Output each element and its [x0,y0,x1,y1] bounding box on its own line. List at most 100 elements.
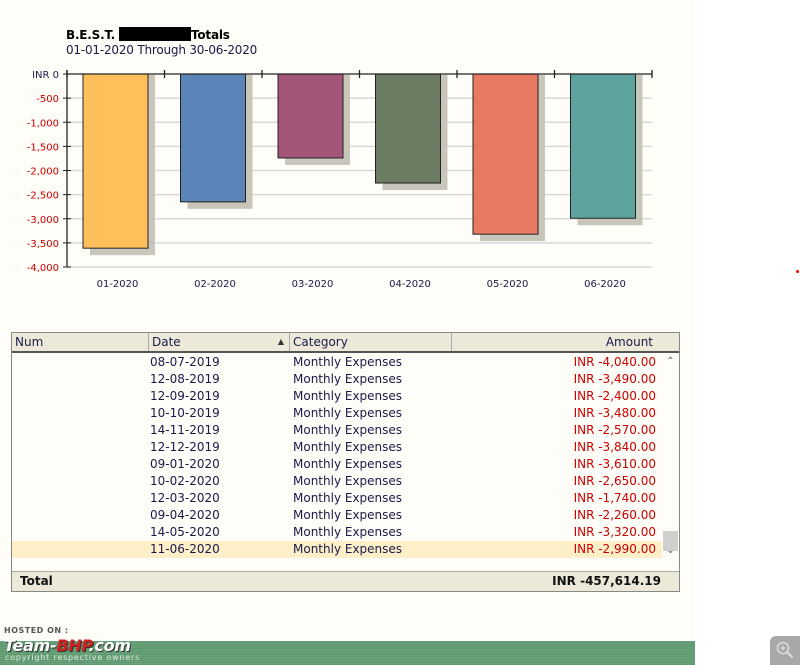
bar-chart: INR 0 -500 -1,000 -1,500 -2,000 -2,500 -3,000 -… [27,70,653,290]
cell-date: 09-04-2020 [150,508,220,522]
column-header-label: Amount [605,335,653,349]
column-header-date[interactable]: Date ▲ [149,333,290,351]
total-amount: INR -457,614.19 [552,574,661,588]
cell-date: 10-02-2020 [150,474,220,488]
redacted-block [118,27,191,41]
cell-amount: INR -1,740.00 [573,491,656,505]
cell-date: 08-07-2019 [150,355,220,369]
y-tick-labels: INR 0 -500 -1,000 -1,500 -2,000 -2,500 -3,000 -… [27,70,59,274]
cell-date: 12-03-2020 [150,491,220,505]
chevron-up-icon[interactable]: ⌃ [662,356,679,370]
cell-category: Monthly Expenses [293,440,403,454]
x-tick-labels: 01-2020 02-2020 03-2020 04-2020 05-2020 06-20… [97,279,626,290]
bar-06-2020 [570,73,636,219]
report-title: B.E.S.T. Totals [66,27,230,42]
cell-category: Monthly Expenses [293,372,403,386]
x-tick-label: 01-2020 [97,279,139,290]
cell-amount: INR -3,480.00 [573,406,656,420]
column-header-amount[interactable]: Amount [452,333,679,351]
x-tick-label: 05-2020 [487,279,529,290]
cell-category: Monthly Expenses [293,474,403,488]
title-suffix: Totals [190,28,230,42]
grid-header: Num Date ▲ Category Amount [12,333,679,353]
table-row[interactable]: 14-05-2020 Monthly Expenses INR -3,320.00 [12,524,662,541]
table-row[interactable]: 10-02-2020 Monthly Expenses INR -2,650.00 [12,473,662,490]
y-tick-label: -3,500 [27,239,59,250]
y-tick-label: -4,000 [27,263,59,274]
column-header-label: Num [15,335,44,349]
bar-01-2020 [82,73,149,249]
grid-body: 08-07-2019 Monthly Expenses INR -4,040.00 1… [12,354,662,561]
y-tick-label: INR 0 [32,70,59,81]
cell-date: 12-12-2019 [150,440,220,454]
cell-amount: INR -2,400.00 [573,389,656,403]
cell-date: 14-05-2020 [150,525,220,539]
cell-amount: INR -3,490.00 [573,372,656,386]
cell-category: Monthly Expenses [293,406,403,420]
hosted-on-label: HOSTED ON : [4,626,69,635]
copyright-text: copyright respective owners [5,653,141,662]
table-row[interactable]: 12-09-2019 Monthly Expenses INR -2,400.00 [12,388,662,405]
cell-amount: INR -3,320.00 [573,525,656,539]
report-subtitle: 01-01-2020 Through 30-06-2020 [66,43,258,57]
y-tick-label: -1,500 [27,142,59,153]
x-tick-label: 06-2020 [584,279,626,290]
cell-date: 11-06-2020 [150,542,220,556]
cell-date: 09-01-2020 [150,457,220,471]
bar-shadows [90,75,643,256]
stray-dot [796,270,799,273]
table-row[interactable]: 12-12-2019 Monthly Expenses INR -3,840.00 [12,439,662,456]
grid-footer: Total INR -457,614.19 [12,571,679,591]
table-row[interactable]: 10-10-2019 Monthly Expenses INR -3,480.00 [12,405,662,422]
column-header-label: Category [293,335,348,349]
cell-date: 12-09-2019 [150,389,220,403]
table-row[interactable]: 09-04-2020 Monthly Expenses INR -2,260.00 [12,507,662,524]
column-header-category[interactable]: Category [290,333,452,351]
y-tick-label: -3,000 [27,215,59,226]
cell-amount: INR -2,260.00 [573,508,656,522]
table-row[interactable]: 09-01-2020 Monthly Expenses INR -3,610.00 [12,456,662,473]
cell-date: 10-10-2019 [150,406,220,420]
cell-date: 14-11-2019 [150,423,220,437]
bar-04-2020 [375,73,441,184]
column-header-label: Date [152,335,181,349]
title-prefix: B.E.S.T. [66,28,115,42]
cell-amount: INR -3,610.00 [573,457,656,471]
y-tick-label: -2,000 [27,167,59,178]
cell-category: Monthly Expenses [293,542,403,556]
cell-category: Monthly Expenses [293,423,403,437]
table-row[interactable]: 14-11-2019 Monthly Expenses INR -2,570.00 [12,422,662,439]
cell-category: Monthly Expenses [293,389,403,403]
vertical-scrollbar[interactable]: ⌃ ⌄ [662,354,679,561]
transactions-grid[interactable]: Num Date ▲ Category Amount 08-07-2019 Mont… [11,332,680,592]
report-panel: B.E.S.T. Totals 01-01-2020 Through 30-06… [0,0,695,640]
cell-amount: INR -2,990.00 [573,542,656,556]
y-tick-label: -500 [36,94,59,105]
y-tick-label: -1,000 [27,118,59,129]
cell-amount: INR -4,040.00 [573,355,656,369]
x-tick-label: 02-2020 [194,279,236,290]
zoom-in-icon [776,641,794,659]
cell-category: Monthly Expenses [293,508,403,522]
bar-05-2020 [472,73,539,235]
zoom-button[interactable] [770,636,800,665]
cell-category: Monthly Expenses [293,355,403,369]
sort-ascending-icon: ▲ [277,337,284,346]
cell-date: 12-08-2019 [150,372,220,386]
column-header-num[interactable]: Num [12,333,149,351]
total-label: Total [20,574,53,588]
cell-category: Monthly Expenses [293,491,403,505]
table-row[interactable]: 11-06-2020 Monthly Expenses INR -2,990.00 [12,541,662,558]
table-row[interactable]: 12-03-2020 Monthly Expenses INR -1,740.00 [12,490,662,507]
x-tick-label: 03-2020 [292,279,334,290]
x-tick-label: 04-2020 [389,279,431,290]
cell-category: Monthly Expenses [293,525,403,539]
cell-amount: INR -3,840.00 [573,440,656,454]
cell-category: Monthly Expenses [293,457,403,471]
table-row[interactable]: 12-08-2019 Monthly Expenses INR -3,490.00 [12,371,662,388]
bar-03-2020 [277,73,344,159]
table-row[interactable]: 08-07-2019 Monthly Expenses INR -4,040.00 [12,354,662,371]
chevron-down-icon[interactable]: ⌄ [662,545,679,559]
cell-amount: INR -2,650.00 [573,474,656,488]
cell-amount: INR -2,570.00 [573,423,656,437]
